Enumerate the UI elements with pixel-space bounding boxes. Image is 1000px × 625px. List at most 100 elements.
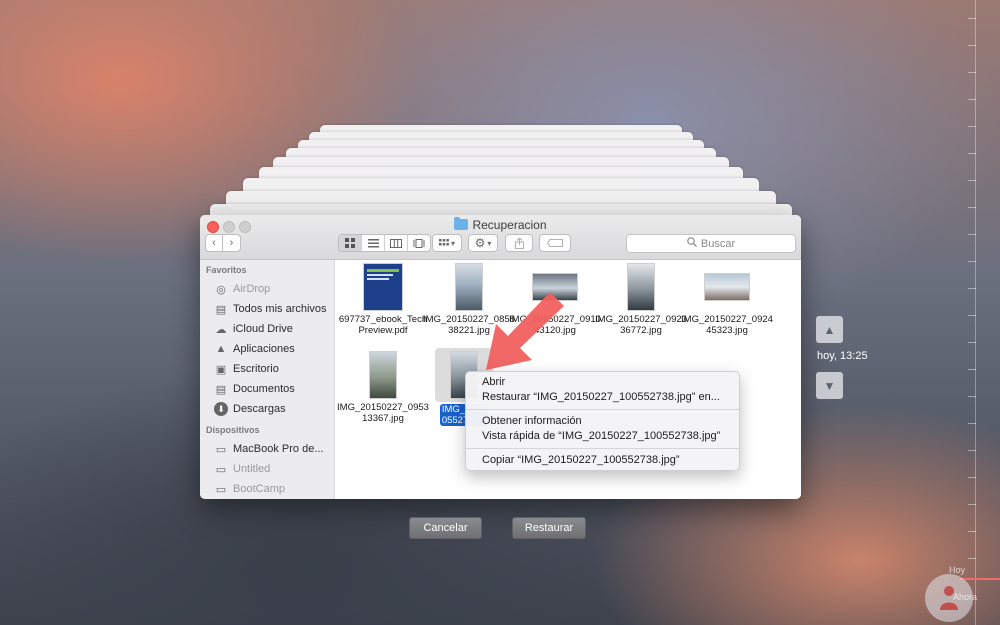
timeline-tick [968, 126, 976, 127]
chevron-down-icon: ▾ [450, 238, 455, 248]
menu-item-quick-look[interactable]: Vista rápida de “IMG_20150227_100552738.… [466, 429, 739, 444]
sidebar: Favoritos ◎ AirDrop ▤ Todos mis archivos ☁ iC… [200, 260, 335, 499]
tag-icon [547, 239, 563, 247]
sidebar-item-escritorio[interactable]: ▣ Escritorio [200, 359, 334, 379]
sidebar-item-bootcamp[interactable]: ▭ BootCamp [200, 479, 334, 499]
timeline-tick [968, 423, 976, 424]
applications-icon: ▲ [215, 343, 227, 355]
image-thumbnail [370, 352, 396, 398]
image-thumbnail [628, 264, 654, 310]
devices-list: ▭ MacBook Pro de... ▭ Untitled ▭ BootCamp [200, 439, 334, 499]
backup-timestamp: hoy, 13:25 [817, 350, 868, 362]
list-view-button[interactable] [362, 235, 385, 251]
forward-button[interactable]: › [223, 234, 241, 252]
timeline-tick [968, 342, 976, 343]
sidebar-item-label: Documentos [233, 383, 295, 395]
timeline-tick [968, 450, 976, 451]
file-label: IMG_20150227_095313367.jpg [337, 402, 429, 424]
timeline-tick [968, 18, 976, 19]
chevron-up-icon: ▲ [823, 322, 836, 337]
column-view-button[interactable] [385, 235, 408, 251]
menu-item-open[interactable]: Abrir [466, 375, 739, 390]
sidebar-item-label: Descargas [233, 403, 286, 415]
cancel-button[interactable]: Cancelar [409, 517, 482, 539]
downloads-icon: ⬇ [214, 402, 228, 416]
timeline-tick [968, 558, 976, 559]
menu-separator [466, 409, 739, 410]
file-item[interactable]: IMG_20150227_092336772.jpg [593, 264, 689, 336]
menu-item-restore-to[interactable]: Restaurar “IMG_20150227_100552738.jpg” e… [466, 390, 739, 405]
sidebar-item-label: MacBook Pro de... [233, 443, 324, 455]
image-thumbnail [705, 274, 749, 300]
list-icon [367, 238, 379, 247]
timeline-tick [968, 261, 976, 262]
menu-item-copy[interactable]: Copiar “IMG_20150227_100552738.jpg” [466, 453, 739, 468]
chevron-right-icon: › [229, 237, 234, 249]
laptop-icon: ▭ [215, 443, 227, 456]
file-label: 697737_ebook_TechPreview.pdf [338, 314, 428, 336]
window-title: Recuperacion [200, 217, 801, 232]
pdf-thumbnail [364, 264, 402, 310]
file-item[interactable]: IMG_20150227_095313367.jpg [335, 352, 431, 424]
timeline-tick [968, 72, 976, 73]
file-label: IMG_20150227_092445323.jpg [681, 314, 773, 336]
file-label: IMG_20150227_092336772.jpg [595, 314, 687, 336]
sidebar-item-label: iCloud Drive [233, 323, 293, 335]
newer-backup-button[interactable]: ▼ [816, 372, 843, 399]
sidebar-item-untitled[interactable]: ▭ Untitled [200, 459, 334, 479]
all-files-icon: ▤ [215, 303, 227, 316]
window-titlebar: Recuperacion ‹ › ▾ ⚙ ▾ Buscar [200, 215, 801, 260]
favorites-list: ◎ AirDrop ▤ Todos mis archivos ☁ iCloud Drive… [200, 279, 334, 419]
sidebar-item-documentos[interactable]: ▤ Documentos [200, 379, 334, 399]
sidebar-item-macbook-pro-de[interactable]: ▭ MacBook Pro de... [200, 439, 334, 459]
timeline-label-now: Ahora [953, 592, 978, 602]
timeline-tick [968, 315, 976, 316]
menu-item-get-info[interactable]: Obtener información [466, 414, 739, 429]
timeline-current-marker [960, 578, 1000, 580]
sidebar-item-label: Escritorio [233, 363, 279, 375]
timeline-tick [968, 153, 976, 154]
sidebar-item-airdrop[interactable]: ◎ AirDrop [200, 279, 334, 299]
view-mode-selector [338, 234, 431, 252]
chevron-left-icon: ‹ [212, 237, 216, 249]
sidebar-item-descargas[interactable]: ⬇ Descargas [200, 399, 334, 419]
cloud-icon: ☁ [215, 323, 227, 336]
search-placeholder: Buscar [700, 237, 736, 250]
chevron-down-icon: ▾ [487, 238, 492, 248]
timeline-tick [968, 396, 976, 397]
share-button[interactable] [505, 234, 533, 252]
tags-button[interactable] [539, 234, 571, 252]
timeline-tick [968, 180, 976, 181]
restore-button[interactable]: Restaurar [512, 517, 586, 539]
action-button[interactable]: ⚙ ▾ [468, 234, 498, 252]
timeline-tick [968, 207, 976, 208]
older-backup-button[interactable]: ▲ [816, 316, 843, 343]
timeline-tick [968, 45, 976, 46]
context-menu: Abrir Restaurar “IMG_20150227_100552738.… [465, 371, 740, 471]
coverflow-icon [413, 238, 425, 248]
window-title-text: Recuperacion [472, 218, 547, 232]
timeline-tick [968, 531, 976, 532]
coverflow-view-button[interactable] [408, 235, 430, 251]
columns-icon [390, 238, 402, 248]
sidebar-item-aplicaciones[interactable]: ▲ Aplicaciones [200, 339, 334, 359]
timeline-tick [968, 504, 976, 505]
sidebar-header-devices: Dispositivos [206, 425, 260, 435]
gear-icon: ⚙ [474, 236, 486, 250]
timeline-tick [968, 369, 976, 370]
timeline-tick [968, 288, 976, 289]
file-item[interactable]: IMG_20150227_092445323.jpg [679, 264, 775, 336]
sidebar-item-icloud-drive[interactable]: ☁ iCloud Drive [200, 319, 334, 339]
back-button[interactable]: ‹ [205, 234, 223, 252]
sidebar-item-label: BootCamp [233, 483, 285, 495]
desktop-icon: ▣ [215, 363, 227, 376]
search-field[interactable]: Buscar [626, 234, 796, 253]
documents-icon: ▤ [215, 383, 227, 396]
icon-view-button[interactable] [339, 235, 362, 251]
sidebar-item-todos-mis-archivos[interactable]: ▤ Todos mis archivos [200, 299, 334, 319]
arrange-button[interactable]: ▾ [432, 234, 462, 252]
sidebar-item-label: Aplicaciones [233, 343, 295, 355]
disk-icon: ▭ [215, 463, 227, 476]
disk-icon: ▭ [215, 483, 227, 496]
file-item[interactable]: 697737_ebook_TechPreview.pdf [335, 264, 431, 336]
